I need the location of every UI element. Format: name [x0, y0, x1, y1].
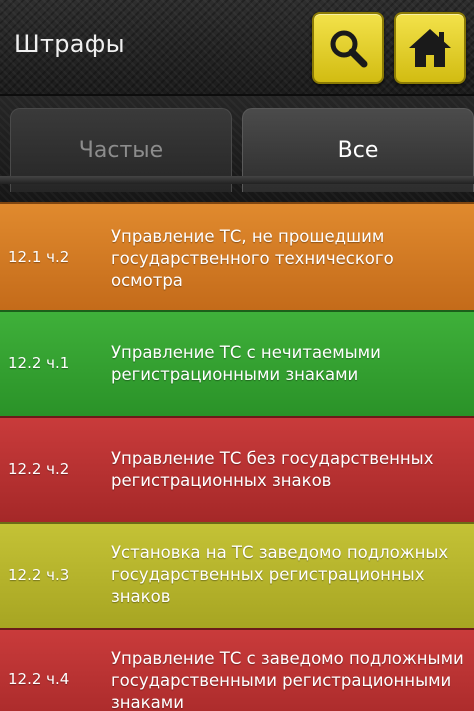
list-item[interactable]: 12.1 ч.2 Управление ТС, не прошедшим гос… — [0, 202, 474, 310]
search-button[interactable] — [312, 12, 384, 84]
list-item[interactable]: 12.2 ч.4 Управление ТС с заведомо подлож… — [0, 628, 474, 711]
fine-code: 12.2 ч.4 — [8, 670, 70, 688]
fine-description: Управление ТС с нечитаемыми регистрацион… — [111, 343, 381, 384]
fine-description: Управление ТС с заведомо подложными госу… — [111, 649, 464, 711]
action-bar: Штрафы — [0, 0, 474, 96]
fine-description: Установка на ТС заведомо подложных госуд… — [111, 543, 449, 606]
fine-code: 12.2 ч.2 — [8, 460, 70, 478]
fines-list[interactable]: 12.1 ч.2 Управление ТС, не прошедшим гос… — [0, 202, 474, 711]
list-item[interactable]: 12.2 ч.3 Установка на ТС заведомо подлож… — [0, 522, 474, 628]
fine-description: Управление ТС, не прошедшим государствен… — [111, 227, 394, 290]
list-item[interactable]: 12.2 ч.2 Управление ТС без государственн… — [0, 416, 474, 522]
home-icon — [409, 29, 451, 67]
fine-code: 12.2 ч.1 — [8, 354, 70, 372]
fine-code: 12.1 ч.2 — [8, 248, 70, 266]
tab-underline — [0, 176, 474, 184]
search-icon — [330, 30, 368, 68]
page-title: Штрафы — [14, 30, 125, 58]
tab-bar: Частые Все — [0, 96, 474, 202]
list-item[interactable]: 12.2 ч.1 Управление ТС с нечитаемыми рег… — [0, 310, 474, 416]
fine-description: Управление ТС без государственных регист… — [111, 449, 434, 490]
home-button[interactable] — [394, 12, 466, 84]
fine-code: 12.2 ч.3 — [8, 566, 70, 584]
